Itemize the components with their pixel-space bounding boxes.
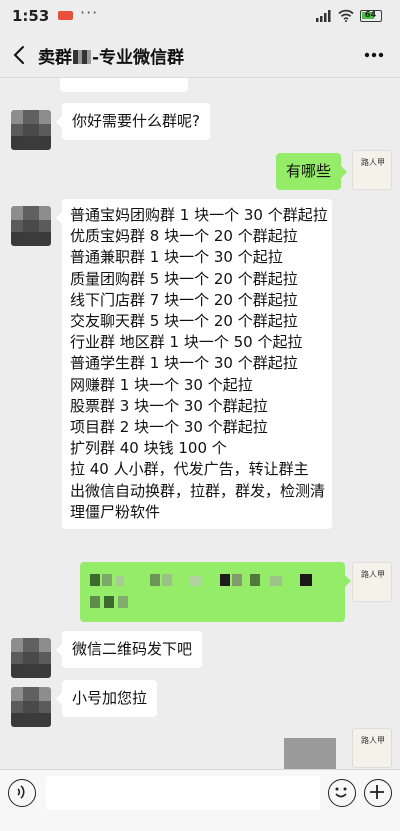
censored-message-bubble[interactable] (80, 562, 351, 622)
input-bar (0, 769, 400, 815)
notification-badge-icon (58, 11, 73, 20)
battery-icon: 64 (360, 10, 382, 22)
message-line: 扩列群 40 块钱 100 个 (70, 439, 227, 458)
message-text: 小号加您拉 (72, 689, 148, 707)
self-avatar-text: 路人甲 (361, 736, 385, 745)
message-bubble[interactable]: 微信二维码发下吧 (55, 631, 203, 669)
title-mosaic (73, 50, 91, 64)
status-bar: 1:53 ··· 64 (0, 0, 400, 32)
contact-avatar[interactable] (11, 638, 51, 678)
message-text: 微信二维码发下吧 (72, 640, 193, 658)
message-line: 质量团购群 5 块一个 20 个群起拉 (70, 269, 298, 288)
message-line: 普通学生群 1 块一个 30 个群起拉 (70, 354, 298, 373)
message-line: 交友聊天群 5 块一个 20 个群起拉 (70, 312, 298, 331)
home-indicator (0, 815, 400, 831)
contact-avatar[interactable] (11, 206, 51, 246)
message-line: 优质宝妈群 8 块一个 20 个群起拉 (70, 227, 298, 246)
chevron-left-icon[interactable] (10, 44, 30, 66)
message-line: 普通兼职群 1 块一个 30 个起拉 (70, 248, 283, 267)
message-bubble[interactable]: 小号加您拉 (55, 680, 158, 718)
contact-avatar[interactable] (11, 687, 51, 727)
message-line: 网赚群 1 块一个 30 个起拉 (70, 375, 253, 394)
contact-avatar[interactable] (11, 110, 51, 150)
partial-message (60, 78, 188, 92)
plus-icon[interactable] (364, 779, 392, 807)
chat-header: 卖群 -专业微信群 (0, 32, 400, 78)
mosaic-block (90, 574, 335, 612)
battery-level: 64 (364, 10, 377, 19)
chat-title: 卖群 -专业微信群 (38, 43, 184, 68)
message-bubble[interactable]: 普通宝妈团购群 1 块一个 30 个群起拉 优质宝妈群 8 块一个 20 个群起… (56, 199, 332, 530)
self-avatar-text: 路人甲 (361, 570, 385, 579)
message-line: 行业群 地区群 1 块一个 50 个起拉 (70, 333, 303, 352)
message-bubble[interactable]: 有哪些 (276, 153, 348, 191)
voice-icon[interactable] (8, 779, 36, 807)
self-avatar[interactable]: 路人甲 (352, 728, 392, 768)
message-line: 项目群 2 块一个 30 个群起拉 (70, 418, 268, 437)
status-time: 1:53 (12, 7, 50, 25)
message-line: 出微信自动换群，拉群，群发，检测清 (70, 481, 326, 500)
chat-title-prefix: 卖群 (38, 48, 72, 68)
message-line: 理僵尸粉软件 (70, 502, 161, 521)
emoji-icon[interactable] (328, 779, 356, 807)
image-message-placeholder[interactable] (284, 738, 336, 772)
chat-title-suffix: -专业微信群 (92, 48, 185, 68)
message-bubble[interactable]: 你好需要什么群呢? (56, 103, 210, 141)
self-avatar-text: 路人甲 (361, 158, 385, 167)
message-text: 你好需要什么群呢? (72, 112, 200, 130)
message-text: 有哪些 (286, 162, 332, 180)
self-avatar[interactable]: 路人甲 (352, 562, 392, 602)
status-overflow: ··· (80, 3, 99, 22)
self-avatar[interactable]: 路人甲 (352, 150, 392, 190)
message-input[interactable] (46, 776, 320, 810)
signal-icon (316, 10, 331, 22)
message-line: 线下门店群 7 块一个 20 个群起拉 (70, 290, 298, 309)
message-line: 普通宝妈团购群 1 块一个 30 个群起拉 (70, 206, 328, 224)
message-line: 拉 40 人小群，代发广告，转让群主 (70, 460, 309, 479)
message-line: 股票群 3 块一个 30 个群起拉 (70, 396, 268, 415)
wifi-icon (338, 9, 354, 22)
ellipsis-icon[interactable] (364, 52, 384, 58)
